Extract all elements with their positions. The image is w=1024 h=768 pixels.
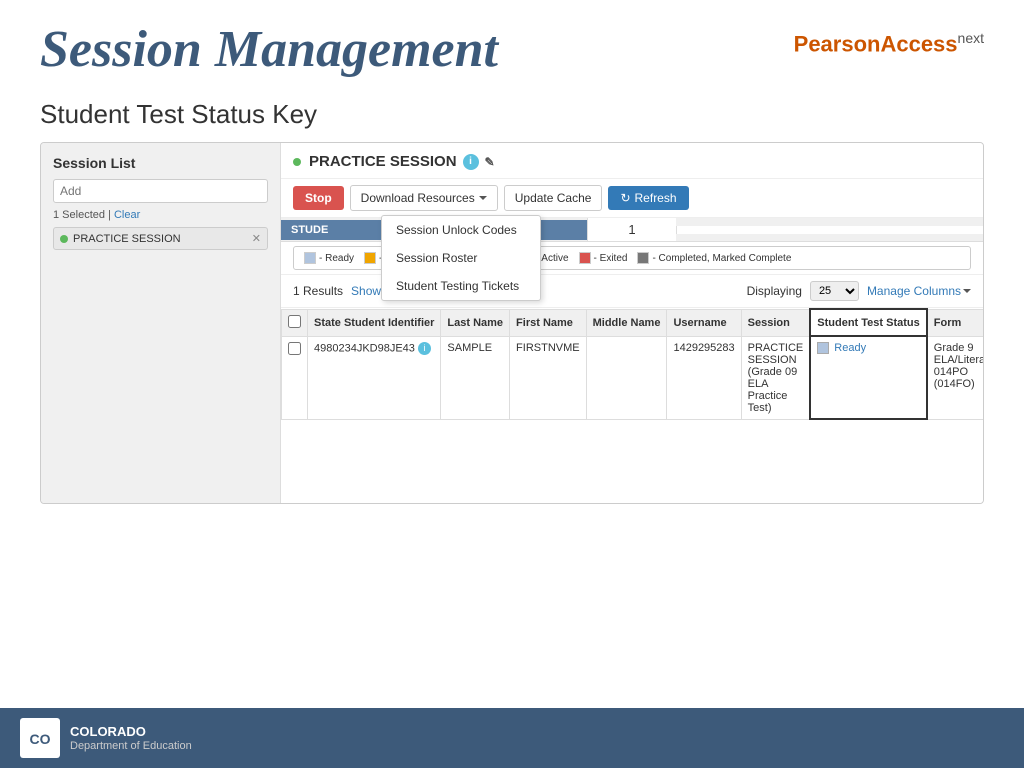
footer-logo: CO COLORADO Department of Education xyxy=(20,718,192,758)
row-checkbox[interactable] xyxy=(288,342,301,355)
logo-text: PearsonAccessnext xyxy=(794,30,984,57)
status-key-item-exited: - Exited xyxy=(579,252,628,264)
footer: CO COLORADO Department of Education xyxy=(0,708,1024,768)
results-count: 1 Results xyxy=(293,284,343,298)
stop-button[interactable]: Stop xyxy=(293,186,344,210)
download-dropdown-menu: Session Unlock Codes Session Roster Stud… xyxy=(381,215,541,301)
session-info-icon[interactable]: i xyxy=(463,154,479,170)
status-resumed-box xyxy=(364,252,376,264)
ready-color-indicator xyxy=(817,342,829,354)
status-exited-label: - Exited xyxy=(594,253,628,264)
footer-dept-label: Department of Education xyxy=(70,740,192,752)
students-count-badge: 1 xyxy=(587,218,675,241)
status-key-item-completed: - Completed, Marked Complete xyxy=(637,252,791,264)
col-header-first-name: First Name xyxy=(510,309,587,336)
status-ready-container: Ready xyxy=(817,342,919,354)
refresh-button[interactable]: ↻ Refresh xyxy=(608,186,688,210)
col-header-last-name: Last Name xyxy=(441,309,510,336)
clear-link[interactable]: Clear xyxy=(114,209,140,221)
session-edit-icon[interactable]: ✎ xyxy=(485,155,495,169)
cell-last-name: SAMPLE xyxy=(441,336,510,419)
session-status-dot xyxy=(293,158,301,166)
student-info-icon[interactable]: i xyxy=(418,342,431,355)
displaying-label: Displaying xyxy=(747,284,802,298)
session-remove-icon[interactable]: ✕ xyxy=(252,232,261,245)
col-header-session: Session xyxy=(741,309,810,336)
session-header: PRACTICE SESSION i ✎ xyxy=(281,143,983,179)
status-exited-box xyxy=(579,252,591,264)
logo-area: PearsonAccessnext xyxy=(794,20,984,57)
refresh-icon: ↻ xyxy=(620,191,630,205)
update-cache-button[interactable]: Update Cache xyxy=(504,185,603,211)
status-key-item-ready: - Ready xyxy=(304,252,354,264)
col-header-form: Form xyxy=(927,309,983,336)
results-right: Displaying 25 50 100 Manage Columns xyxy=(747,281,971,301)
session-active-dot xyxy=(60,235,68,243)
status-completed-box xyxy=(637,252,649,264)
page-title: Session Management xyxy=(40,20,498,79)
co-shield-logo: CO xyxy=(20,718,60,758)
colorado-seal-icon: CO xyxy=(22,720,58,756)
col-header-checkbox xyxy=(282,309,308,336)
manage-cols-caret xyxy=(963,289,971,293)
subtitle: Student Test Status Key xyxy=(0,89,1024,142)
cell-form: Grade 9 ELA/Literacy 014PO (014FO) xyxy=(927,336,983,419)
col-header-middle-name: Middle Name xyxy=(586,309,667,336)
table-container: State Student Identifier Last Name First… xyxy=(281,308,983,420)
dropdown-item-tickets[interactable]: Student Testing Tickets xyxy=(382,272,540,300)
add-session-input[interactable] xyxy=(53,179,268,203)
status-completed-label: - Completed, Marked Complete xyxy=(652,253,791,264)
dropdown-caret-icon xyxy=(479,196,487,200)
students-table: State Student Identifier Last Name First… xyxy=(281,308,983,420)
session-list-item[interactable]: PRACTICE SESSION ✕ xyxy=(53,227,268,250)
status-value: Ready xyxy=(834,342,866,354)
footer-state-label: COLORADO xyxy=(70,724,192,741)
content-right: PRACTICE SESSION i ✎ Stop Download Resou… xyxy=(281,143,983,503)
select-all-checkbox[interactable] xyxy=(288,315,301,328)
page-header: Session Management PearsonAccessnext xyxy=(0,0,1024,89)
col-header-username: Username xyxy=(667,309,741,336)
col-header-sts: Student Test Status xyxy=(810,309,926,336)
displaying-select[interactable]: 25 50 100 xyxy=(810,281,859,301)
cell-student-test-status: Ready xyxy=(810,336,926,419)
cell-first-name: FIRSTNVME xyxy=(510,336,587,419)
main-panel: Session List 1 Selected | Clear PRACTICE… xyxy=(40,142,984,504)
cell-state-id: 4980234JKD98JE43 i xyxy=(308,336,441,419)
manage-columns-link[interactable]: Manage Columns xyxy=(867,284,971,298)
selected-count: 1 Selected | Clear xyxy=(53,209,268,221)
download-resources-button[interactable]: Download Resources xyxy=(350,185,498,211)
row-checkbox-cell xyxy=(282,336,308,419)
session-title: PRACTICE SESSION i ✎ xyxy=(309,153,495,170)
students-placeholder xyxy=(676,226,983,234)
table-row: 4980234JKD98JE43 i SAMPLE FIRSTNVME 1429… xyxy=(282,336,984,419)
col-header-state-id: State Student Identifier xyxy=(308,309,441,336)
dropdown-item-roster[interactable]: Session Roster xyxy=(382,244,540,272)
cell-username: 1429295283 xyxy=(667,336,741,419)
sidebar-title: Session List xyxy=(53,155,268,171)
footer-text-block: COLORADO Department of Education xyxy=(70,724,192,753)
svg-text:CO: CO xyxy=(30,731,51,747)
status-ready-label: - Ready xyxy=(319,253,354,264)
sidebar: Session List 1 Selected | Clear PRACTICE… xyxy=(41,143,281,503)
session-item-label: PRACTICE SESSION xyxy=(73,233,181,245)
status-ready-box xyxy=(304,252,316,264)
dropdown-item-unlock[interactable]: Session Unlock Codes xyxy=(382,216,540,244)
panel-inner: Session List 1 Selected | Clear PRACTICE… xyxy=(41,143,983,503)
cell-middle-name xyxy=(586,336,667,419)
toolbar: Stop Download Resources Update Cache ↻ R… xyxy=(281,179,983,218)
cell-session: PRACTICE SESSION (Grade 09 ELA Practice … xyxy=(741,336,810,419)
